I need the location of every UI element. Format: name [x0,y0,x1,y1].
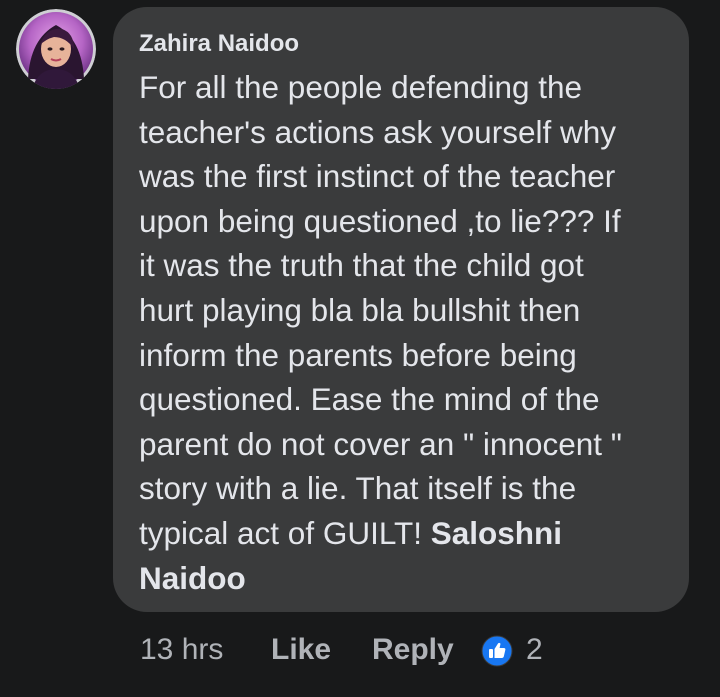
reply-button[interactable]: Reply [372,628,454,672]
comment-line: it was the truth that the child got [139,247,584,284]
comment-text: For all the people defending the teacher'… [139,65,679,600]
comment-line: teacher's actions ask yourself why [139,113,616,150]
mention-link[interactable]: Naidoo [139,560,246,596]
profile-photo-icon [16,9,96,89]
comment-bubble: Zahira Naidoo For all the people defendi… [113,7,689,612]
comment-line: upon being questioned ,to lie??? If [139,202,621,239]
comment-line: For all the people defending the [139,69,583,105]
comment-timestamp[interactable]: 13 hrs [140,628,223,672]
comment-line: was the first instinct of the teacher [139,158,616,195]
thumbs-up-icon[interactable] [481,635,513,667]
reaction-count[interactable]: 2 [526,628,543,672]
comment-line: story with a lie. That itself is the [139,470,577,507]
like-button[interactable]: Like [271,628,331,672]
comment-line: questioned. Ease the mind of the [139,381,600,418]
comment-actions: 13 hrs Like Reply 2 [0,628,720,672]
comment-author[interactable]: Zahira Naidoo [139,30,299,58]
mention-link[interactable]: Saloshni [431,515,562,551]
comment-line: typical act of GUILT! [139,514,431,551]
comment-line: parent do not cover an " innocent " [139,425,622,462]
comment-line: hurt playing bla bla bullshit then [139,291,581,328]
comment-line: inform the parents before being [139,336,577,373]
avatar[interactable] [16,9,96,89]
